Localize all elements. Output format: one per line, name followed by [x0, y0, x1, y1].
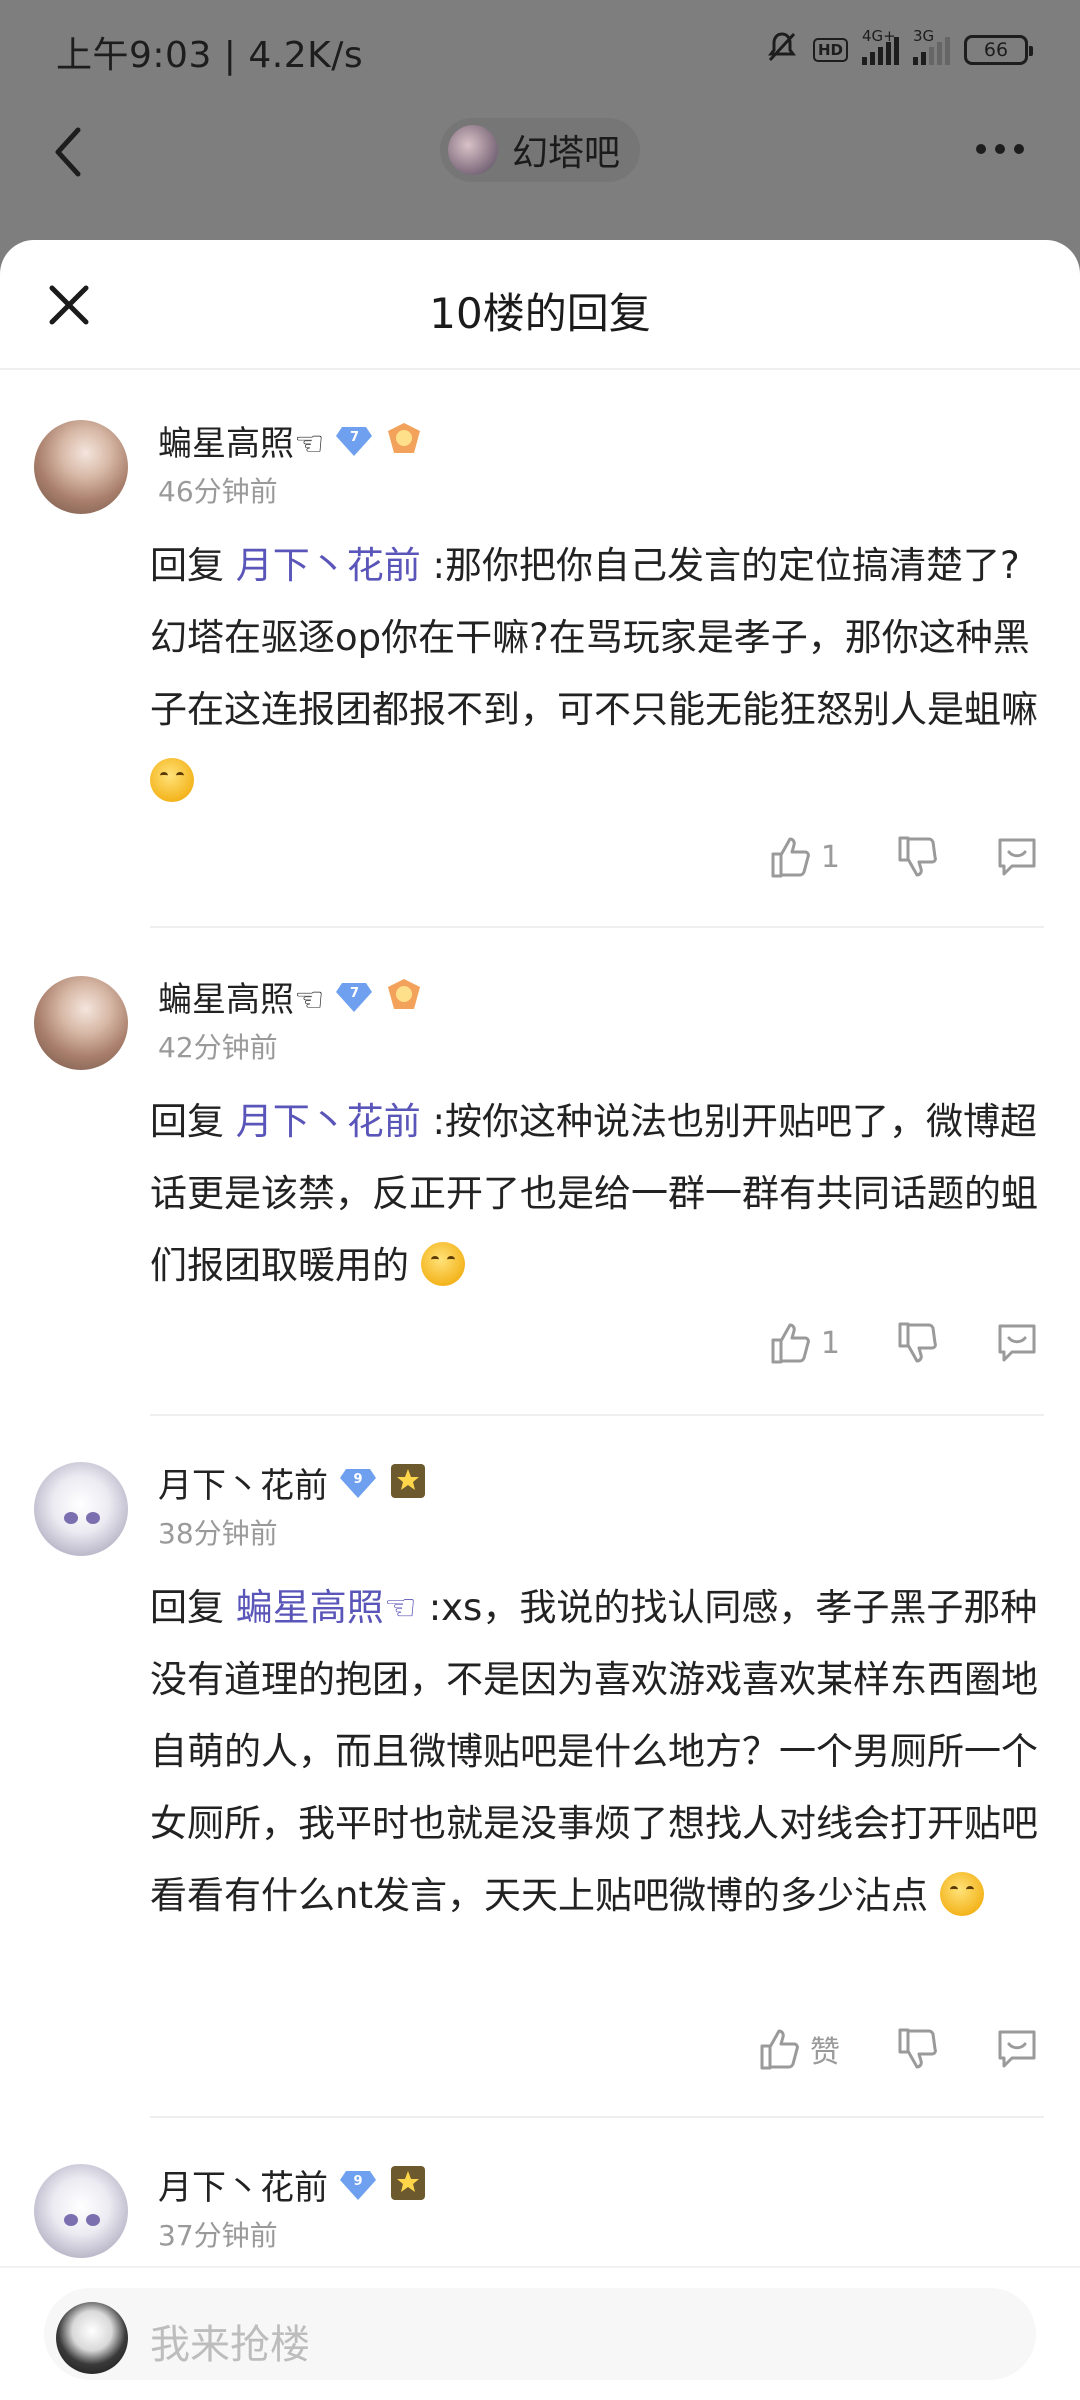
reply-prefix: 回复	[150, 1586, 236, 1629]
dislike-button[interactable]	[894, 2026, 940, 2072]
status-bar: 上午9:03 | 4.2K/s HD 4G+ 3G 66	[0, 0, 1080, 100]
username-row: 月下丶花前 9	[158, 2160, 428, 2209]
reply-actions: 赞	[702, 2026, 1040, 2072]
reply-body: 回复 蝙星高照☜ :xs，我说的找认同感，孝子黑子那种没有道理的抱团，不是因为喜…	[150, 1572, 1040, 1932]
sheet-title: 10楼的回复	[429, 289, 651, 338]
divider	[150, 1414, 1044, 1416]
level-number: 7	[349, 985, 359, 1001]
level-badge-icon: 9	[340, 2169, 376, 2201]
avatar[interactable]	[34, 2164, 128, 2258]
level-number: 7	[349, 429, 359, 445]
timestamp: 46分钟前	[158, 475, 278, 508]
username[interactable]: 月下丶花前	[158, 1458, 328, 1507]
replies-sheet: 10楼的回复 蝙星高照☜ 7 46分钟前 回复 月下丶花前 :那你把你自己发言的…	[0, 240, 1080, 2400]
back-arrow-icon[interactable]	[48, 122, 88, 182]
level-badge-icon: 9	[340, 1467, 376, 1499]
username-row: 月下丶花前 9	[158, 1458, 428, 1507]
like-button[interactable]: 赞	[756, 2026, 840, 2072]
reply-text: :xs，我说的找认同感，孝子黑子那种没有道理的抱团，不是因为喜欢游戏喜欢某样东西…	[150, 1586, 1038, 1917]
sheet-header: 10楼的回复	[0, 240, 1080, 370]
more-icon[interactable]	[976, 144, 1024, 154]
username[interactable]: 月下丶花前	[158, 2160, 328, 2209]
divider	[150, 2116, 1044, 2118]
timestamp: 37分钟前	[158, 2219, 278, 2252]
reply-prefix: 回复	[150, 544, 236, 587]
like-count: 1	[820, 1325, 840, 1361]
reply-body: 回复 月下丶花前 :按你这种说法也别开贴吧了，微博超话更是该禁，反正开了也是给一…	[150, 1086, 1040, 1302]
forum-name: 幻塔吧	[512, 133, 621, 174]
comment-button[interactable]	[994, 1320, 1040, 1366]
medal-icon	[384, 419, 424, 463]
level-badge-icon: 7	[336, 981, 373, 1013]
medal-icon	[384, 975, 424, 1019]
network-label: 4G+	[862, 26, 896, 45]
like-button[interactable]: 1	[767, 1320, 840, 1366]
level-number: 9	[353, 2173, 363, 2189]
battery-icon: 66	[964, 34, 1033, 65]
avatar[interactable]	[34, 1462, 128, 1556]
bell-mute-icon	[765, 30, 799, 69]
mention-link[interactable]: 蝙星高照☜	[236, 1586, 417, 1629]
like-label: 赞	[810, 2035, 840, 2070]
network-label-secondary: 3G	[913, 26, 935, 45]
mention-link[interactable]: 月下丶花前	[236, 1100, 421, 1143]
avatar[interactable]	[34, 420, 128, 514]
status-time: 上午9:03 | 4.2K/s	[56, 35, 364, 76]
reply-actions: 1	[713, 834, 1040, 880]
reply-actions: 1	[713, 1320, 1040, 1366]
reply-input-placeholder[interactable]: 我来抢楼	[150, 2312, 310, 2370]
comment-icon	[998, 838, 1036, 876]
like-count: 1	[820, 839, 840, 875]
forum-chip[interactable]: 幻塔吧	[440, 118, 641, 182]
my-avatar	[56, 2302, 128, 2374]
divider	[150, 926, 1044, 928]
mention-link[interactable]: 月下丶花前	[236, 544, 421, 587]
thumb-down-icon	[898, 836, 937, 877]
thumb-up-icon	[760, 2029, 799, 2070]
comment-icon	[998, 2030, 1036, 2068]
avatar[interactable]	[34, 976, 128, 1070]
comment-icon	[998, 1324, 1036, 1362]
reply-body: 回复 月下丶花前 :那你把你自己发言的定位搞清楚了?幻塔在驱逐op你在干嘛?在骂…	[150, 530, 1040, 818]
thumb-up-icon	[771, 837, 810, 878]
level-number: 9	[353, 1471, 363, 1487]
signal-icon: 4G+	[862, 27, 899, 65]
username[interactable]: 蝙星高照☜	[158, 972, 324, 1021]
medal-icon	[388, 1461, 428, 1505]
signal-icon-secondary: 3G	[913, 27, 950, 65]
like-button[interactable]: 1	[767, 834, 840, 880]
username[interactable]: 蝙星高照☜	[158, 416, 324, 465]
medal-icon	[388, 2163, 428, 2207]
status-icons: HD 4G+ 3G 66	[765, 27, 1033, 69]
forum-avatar	[448, 125, 498, 175]
comment-button[interactable]	[994, 834, 1040, 880]
hd-badge: HD	[812, 37, 848, 62]
dislike-button[interactable]	[894, 1320, 940, 1366]
timestamp: 42分钟前	[158, 1031, 278, 1064]
thumb-down-icon	[898, 2028, 937, 2069]
thumb-down-icon	[898, 1322, 937, 1363]
username-row: 蝙星高照☜ 7	[158, 416, 424, 465]
shy-emoji-icon	[420, 1242, 465, 1286]
comment-button[interactable]	[994, 2026, 1040, 2072]
dislike-button[interactable]	[894, 834, 940, 880]
grin-emoji-icon	[939, 1872, 984, 1916]
thumb-up-icon	[771, 1323, 810, 1364]
reply-prefix: 回复	[150, 1100, 236, 1143]
username-row: 蝙星高照☜ 7	[158, 972, 424, 1021]
reply-input-bar: 我来抢楼	[0, 2266, 1080, 2400]
grin-emoji-icon	[150, 758, 194, 802]
level-badge-icon: 7	[336, 425, 373, 457]
timestamp: 38分钟前	[158, 1517, 278, 1550]
top-nav: 幻塔吧	[0, 100, 1080, 240]
